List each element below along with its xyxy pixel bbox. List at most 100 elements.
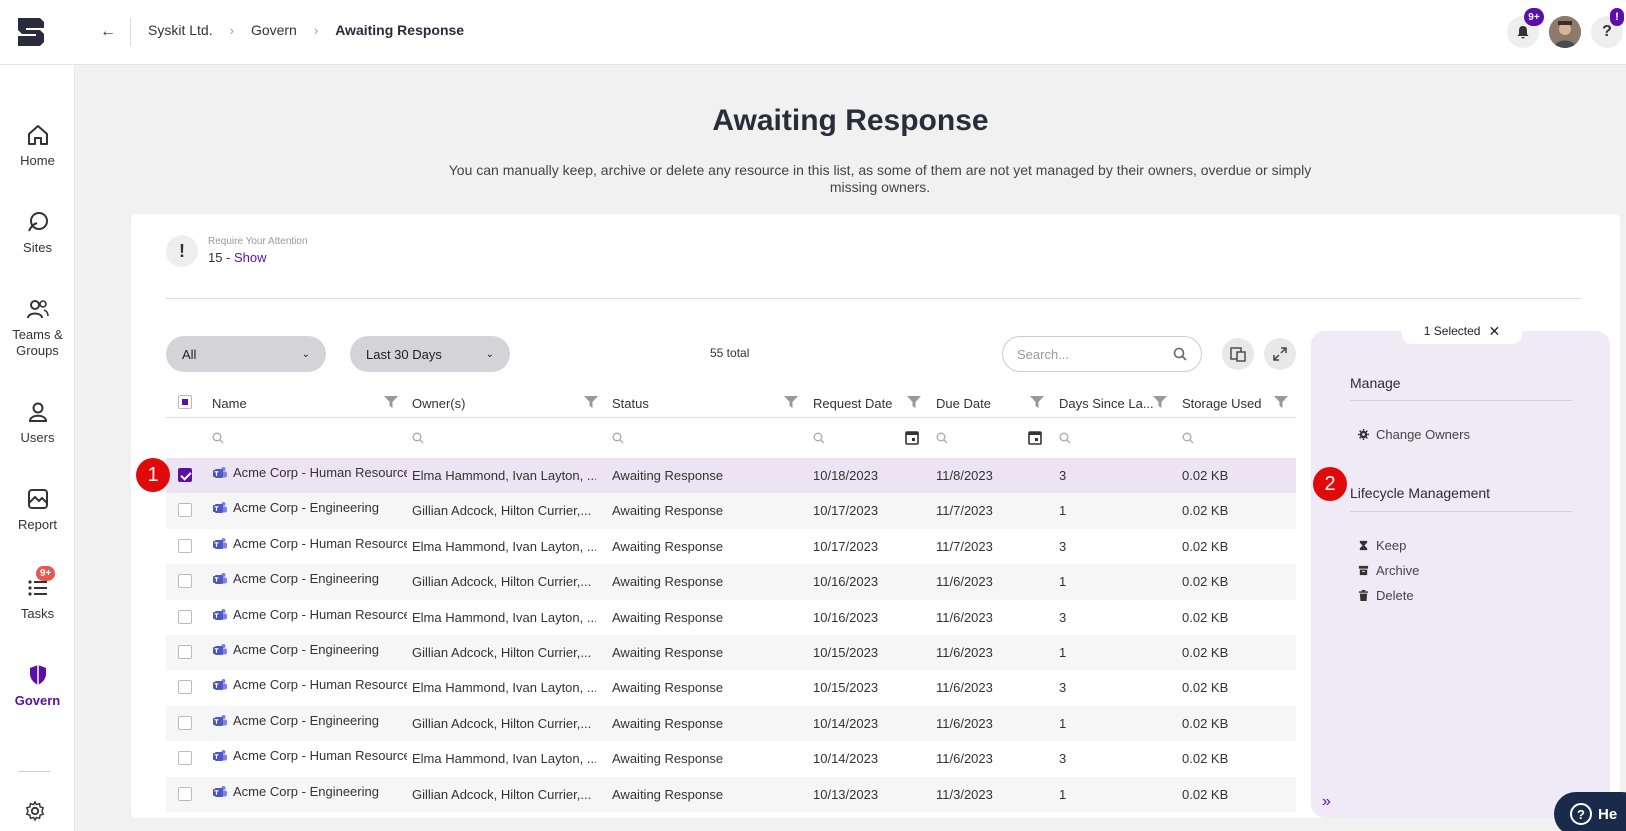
syskit-logo[interactable]: [14, 14, 48, 50]
table-row[interactable]: Acme Corp - Engineering Gillian Adcock, H…: [166, 634, 1296, 671]
change-owners-action[interactable]: Change Owners: [1358, 427, 1470, 442]
table-row[interactable]: Acme Corp - Engineering Gillian Adcock, H…: [166, 705, 1296, 742]
search-icon[interactable]: [412, 432, 424, 444]
notification-badge: 9+: [1524, 8, 1544, 26]
teams-icon: [213, 679, 227, 691]
gear-icon[interactable]: [24, 800, 46, 822]
sidebar-item-govern[interactable]: Govern: [0, 663, 75, 708]
cell-days-since: 1: [1059, 786, 1067, 802]
cell-name[interactable]: Acme Corp - Human Resources: [233, 607, 407, 622]
filter-icon[interactable]: [1274, 396, 1288, 408]
keep-label: Keep: [1376, 538, 1407, 553]
row-checkbox[interactable]: [178, 503, 192, 518]
table-row[interactable]: Acme Corp - Human Resources Elma Hammond,…: [166, 529, 1296, 564]
sidebar-item-report[interactable]: Report: [0, 487, 75, 532]
search-icon[interactable]: [1182, 432, 1194, 444]
home-icon: [27, 125, 48, 145]
calendar-icon[interactable]: [1028, 430, 1042, 445]
search-icon[interactable]: [612, 432, 624, 444]
sidebar: Home Sites Teams & Groups Users Report 9…: [0, 65, 75, 831]
row-checkbox[interactable]: [178, 468, 192, 482]
row-checkbox[interactable]: [178, 715, 192, 730]
select-all-checkbox[interactable]: [178, 395, 192, 409]
period-filter-dropdown[interactable]: Last 30 Days ⌄: [350, 336, 510, 372]
chevron-down-icon: ⌄: [485, 348, 494, 360]
sidebar-item-users[interactable]: Users: [0, 400, 75, 445]
column-header-status[interactable]: Status: [612, 396, 649, 411]
back-arrow-icon[interactable]: ←: [98, 22, 118, 42]
cell-name[interactable]: Acme Corp - Engineering: [233, 784, 407, 799]
table-row[interactable]: Acme Corp - Engineering Gillian Adcock, H…: [166, 776, 1296, 812]
sidebar-item-tasks[interactable]: 9+ Tasks: [0, 566, 75, 621]
column-header-due-date[interactable]: Due Date: [936, 396, 991, 411]
search-input[interactable]: Search...: [1002, 336, 1202, 372]
cell-name[interactable]: Acme Corp - Human Resources: [233, 465, 407, 480]
table-row[interactable]: Acme Corp - Human Resources Elma Hammond,…: [166, 458, 1296, 494]
export-button[interactable]: [1222, 338, 1254, 370]
filter-icon[interactable]: [1030, 396, 1044, 408]
column-header-storage-used[interactable]: Storage Used: [1182, 396, 1262, 411]
cell-name[interactable]: Acme Corp - Human Resources: [233, 536, 407, 551]
cell-name[interactable]: Acme Corp - Engineering: [233, 713, 407, 728]
archive-action[interactable]: Archive: [1358, 563, 1419, 578]
table-row[interactable]: Acme Corp - Human Resources Elma Hammond,…: [166, 670, 1296, 705]
filter-icon[interactable]: [384, 396, 398, 408]
cell-name[interactable]: Acme Corp - Engineering: [233, 642, 407, 657]
table-row[interactable]: Acme Corp - Engineering Gillian Adcock, H…: [166, 564, 1296, 600]
row-checkbox[interactable]: [178, 609, 192, 624]
sidebar-item-sites[interactable]: Sites: [0, 210, 75, 255]
column-header-days-since[interactable]: Days Since La...: [1059, 396, 1154, 411]
sidebar-item-teams-groups[interactable]: Teams & Groups: [0, 297, 75, 359]
column-header-owners[interactable]: Owner(s): [412, 396, 465, 411]
table-row[interactable]: Acme Corp - Human Resources Elma Hammond,…: [166, 741, 1296, 776]
filter-icon[interactable]: [784, 396, 798, 408]
cell-request-date: 10/17/2023: [813, 503, 879, 519]
divider: [166, 298, 1581, 299]
breadcrumb-tenant[interactable]: Syskit Ltd.: [148, 22, 213, 38]
row-checkbox[interactable]: [178, 751, 192, 766]
row-checkbox[interactable]: [178, 680, 192, 695]
avatar[interactable]: [1549, 16, 1581, 48]
breadcrumb-govern[interactable]: Govern: [251, 22, 297, 38]
table-row[interactable]: Acme Corp - Human Resources Elma Hammond,…: [166, 600, 1296, 635]
cell-name[interactable]: Acme Corp - Engineering: [233, 500, 407, 515]
cell-storage-used: 0.02 KB: [1182, 538, 1229, 554]
column-header-request-date[interactable]: Request Date: [813, 396, 893, 411]
cell-owners: Gillian Adcock, Hilton Currier,...: [412, 786, 592, 802]
cell-due-date: 11/6/2023: [936, 680, 993, 696]
cell-status: Awaiting Response: [612, 786, 724, 802]
search-icon[interactable]: [813, 432, 825, 444]
search-icon[interactable]: [1059, 432, 1071, 444]
user-icon: [28, 402, 47, 422]
filter-icon[interactable]: [907, 396, 921, 408]
row-checkbox[interactable]: [178, 786, 192, 801]
delete-action[interactable]: Delete: [1358, 588, 1414, 603]
cell-name[interactable]: Acme Corp - Human Resources: [233, 748, 407, 763]
row-checkbox[interactable]: [178, 538, 192, 553]
filter-icon[interactable]: [584, 396, 598, 408]
fullscreen-button[interactable]: [1264, 338, 1296, 370]
show-link[interactable]: Show: [234, 250, 267, 265]
selection-pill: 1 Selected ✕: [1402, 318, 1522, 344]
table-row[interactable]: Acme Corp - Engineering Gillian Adcock, H…: [166, 493, 1296, 529]
teams-icon: [213, 785, 227, 797]
keep-action[interactable]: Keep: [1358, 538, 1406, 553]
status-filter-dropdown[interactable]: All ⌄: [166, 336, 326, 372]
cell-name[interactable]: Acme Corp - Engineering: [233, 571, 407, 586]
gear-icon: [1358, 429, 1369, 440]
help-widget-button[interactable]: ? He: [1554, 792, 1626, 831]
double-chevron-right-icon[interactable]: »: [1322, 793, 1331, 811]
cell-name[interactable]: Acme Corp - Human Resources: [233, 677, 407, 692]
teams-icon: [213, 502, 227, 514]
search-icon[interactable]: [212, 432, 224, 444]
search-icon[interactable]: [936, 432, 948, 444]
step-marker-1: 1: [136, 458, 170, 492]
row-checkbox[interactable]: [178, 644, 192, 659]
row-checkbox[interactable]: [178, 574, 192, 589]
calendar-icon[interactable]: [905, 430, 919, 445]
step-marker-2: 2: [1313, 467, 1347, 501]
filter-icon[interactable]: [1153, 396, 1167, 408]
column-header-name[interactable]: Name: [212, 396, 247, 411]
close-icon[interactable]: ✕: [1488, 323, 1500, 340]
sidebar-item-home[interactable]: Home: [0, 123, 75, 168]
